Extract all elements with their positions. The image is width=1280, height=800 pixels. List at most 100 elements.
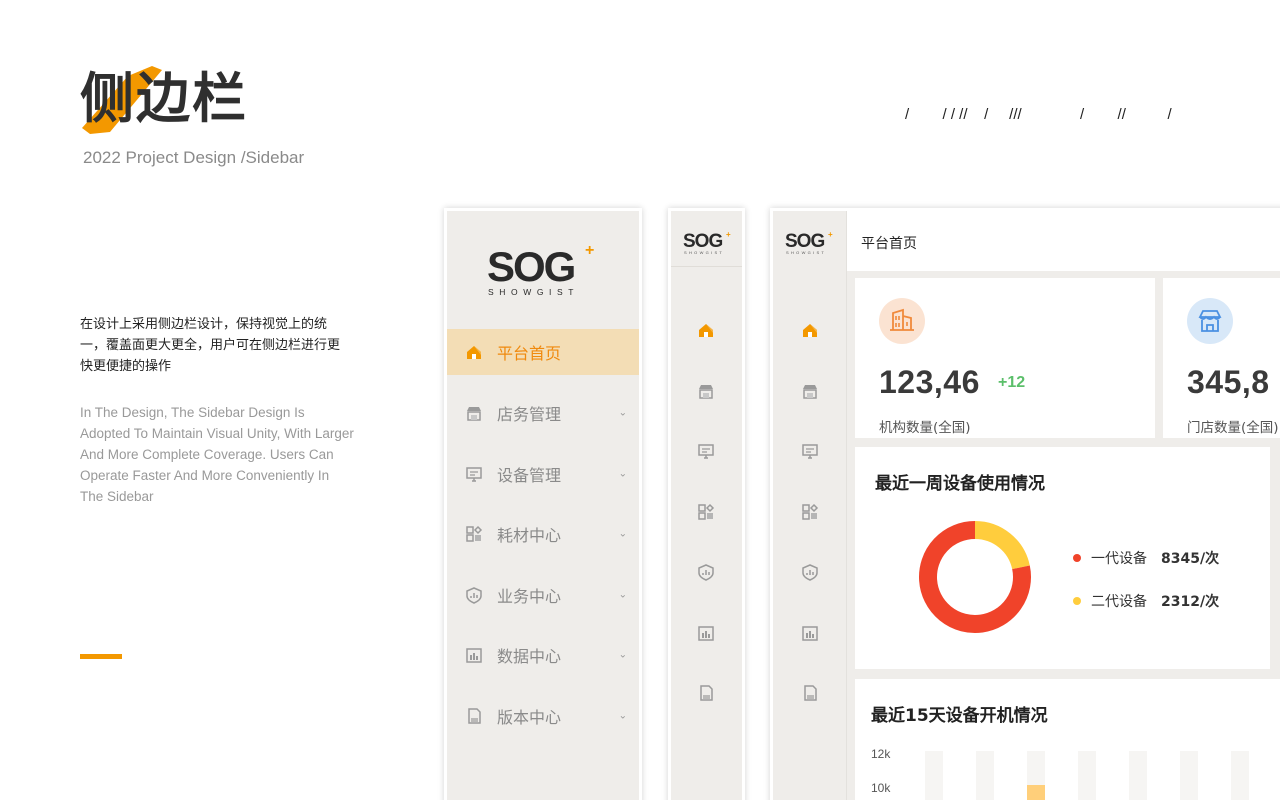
svg-text:SHOWGIST: SHOWGIST [786,250,826,255]
data-icon[interactable] [801,624,821,644]
y-tick-label: 12k [871,747,891,761]
legend-dot [1073,597,1081,605]
svg-text:SOG: SOG [487,243,575,290]
sidebar-item-label: 平台首页 [497,344,562,363]
device-icon [465,465,483,483]
sidebar-item-2[interactable]: 设备管理 ⌄ [447,444,639,505]
title-block: 侧边栏 [80,66,280,136]
version-icon[interactable] [801,684,821,704]
donut-slice-gen2[interactable] [974,521,1030,570]
shield-chart-icon[interactable] [801,563,821,583]
stat-value: 123,46 [879,364,980,400]
data-icon[interactable] [697,624,717,644]
decorative-slashes: / / / // / /// / // / [905,106,1172,123]
sidebar-item-label: 设备管理 [497,465,562,485]
sidebar-item-1[interactable]: 店务管理 ⌄ [447,383,639,444]
legend-value: 8345/次 [1161,551,1220,567]
collapsed-sidebar: SOG + SHOWGIST [668,208,745,800]
store-icon [465,404,483,422]
chevron-down-icon[interactable]: ⌄ [619,650,627,661]
stat-card-institutions[interactable]: 123,46 +12 机构数量(全国) [855,278,1155,438]
device-icon[interactable] [697,442,717,462]
description-chinese: 在设计上采用侧边栏设计，保持视觉上的统一，覆盖面更大更全，用户可在侧边栏进行更快… [80,317,341,374]
sidebar-item-label: 店务管理 [497,405,562,425]
bar-track [925,751,943,800]
legend-dot [1073,554,1081,562]
sidebar-nav: 平台首页店务管理 ⌄ 设备管理 ⌄ 耗材中心 ⌄ 业务中心 ⌄ 数据中心 ⌄ 版本中心 ⌄ [447,329,639,746]
svg-text:+: + [585,242,594,259]
stat-label: 门店数量(全国) [1187,420,1279,436]
chevron-down-icon[interactable]: ⌄ [619,589,627,600]
dashboard-panel: SOG + SHOWGIST 平台首页 123,46 +12 机构数量(全国) [770,208,1280,800]
shield-chart-icon [465,586,483,604]
usage-donut-chart [919,521,1031,633]
description-english: In The Design, The Sidebar Design Is Ado… [80,405,354,504]
grid-icon [465,525,483,543]
sidebar-item-label: 数据中心 [497,647,562,667]
sidebar-item-0[interactable]: 平台首页 [447,329,639,375]
home-icon [465,343,483,361]
sidebar-item-6[interactable]: 版本中心 ⌄ [447,686,639,747]
sidebar-item-5[interactable]: 数据中心 ⌄ [447,625,639,686]
store-icon[interactable] [801,382,821,402]
stat-value: 345,8 [1187,364,1270,400]
version-icon[interactable] [697,684,717,704]
sidebar-item-label: 版本中心 [497,707,562,727]
stat-delta: +12 [998,374,1026,391]
boot-chart-card: 最近15天设备开机情况 12k 10k [855,679,1280,800]
stat-label: 机构数量(全国) [879,420,971,436]
store-icon[interactable] [697,382,717,402]
dashboard-content: 123,46 +12 机构数量(全国) 345,8 门店数量(全国) 最近一周设… [847,271,1280,800]
brand-logo-small: SOG + SHOWGIST [683,230,731,255]
stat-card-stores[interactable]: 345,8 门店数量(全国) [1163,278,1280,438]
accent-bar [80,654,122,659]
legend-item-gen1[interactable]: 一代设备 8345/次 [1073,548,1219,568]
data-icon [465,646,483,664]
home-icon[interactable] [801,321,821,341]
top-bar: 平台首页 [847,211,1280,271]
svg-text:+: + [726,230,731,239]
svg-text:SOG: SOG [785,231,824,252]
shield-chart-icon[interactable] [697,563,717,583]
sidebar-design-showcase: 侧边栏 2022 Project Design /Sidebar / / / /… [0,0,1280,800]
boot-bar-chart [925,751,1249,800]
svg-text:SHOWGIST: SHOWGIST [488,287,579,297]
svg-text:+: + [828,230,833,239]
usage-chart-card: 最近一周设备使用情况 一代设备 8345/次 二代设备 2312/次 [855,447,1270,669]
device-icon[interactable] [801,442,821,462]
sidebar-item-3[interactable]: 耗材中心 ⌄ [447,504,639,565]
legend-value: 2312/次 [1161,594,1220,610]
bar-track [1078,751,1096,800]
chevron-down-icon[interactable]: ⌄ [619,468,627,479]
legend-item-gen2[interactable]: 二代设备 2312/次 [1073,591,1219,611]
expanded-sidebar: SOG + SHOWGIST 平台首页 店务管理 ⌄ 设备管理 ⌄ 耗材中心 ⌄ 业务中心 ⌄ 数… [444,208,642,800]
brand-logo-small: SOG + SHOWGIST [785,230,833,255]
chevron-down-icon[interactable]: ⌄ [619,710,627,721]
boot-chart-title: 最近15天设备开机情况 [871,706,1048,726]
svg-text:SOG: SOG [683,231,722,252]
page-subtitle: 2022 Project Design /Sidebar [83,148,305,167]
breadcrumb: 平台首页 [861,236,917,252]
page-title: 侧边栏 [80,67,248,130]
sidebar-item-label: 业务中心 [497,586,562,606]
bar-track [1231,751,1249,800]
version-icon [465,707,483,725]
bar [1027,785,1045,800]
usage-chart-title: 最近一周设备使用情况 [875,474,1045,494]
bar-track [1129,751,1147,800]
sidebar-item-4[interactable]: 业务中心 ⌄ [447,565,639,626]
chevron-down-icon[interactable]: ⌄ [619,529,627,540]
home-icon[interactable] [697,321,717,341]
sidebar-logo[interactable]: SOG + SHOWGIST [447,211,639,329]
bar-track [1180,751,1198,800]
dashboard-sidebar: SOG + SHOWGIST [773,211,847,800]
bar-track [976,751,994,800]
legend-label: 一代设备 [1091,551,1147,567]
shop-icon [1187,298,1233,344]
grid-icon[interactable] [697,503,717,523]
grid-icon[interactable] [801,503,821,523]
legend-label: 二代设备 [1091,594,1147,610]
sidebar-item-label: 耗材中心 [497,526,562,546]
chevron-down-icon[interactable]: ⌄ [619,408,627,419]
svg-text:SHOWGIST: SHOWGIST [684,250,724,255]
